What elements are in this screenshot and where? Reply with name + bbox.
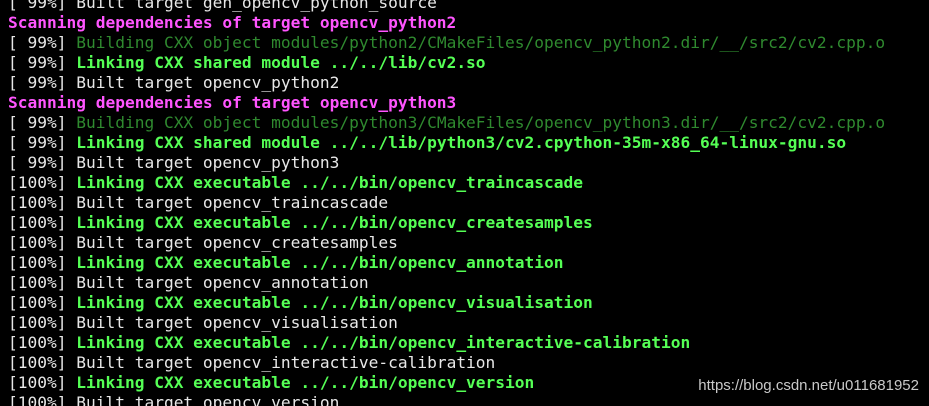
line-text: Linking CXX executable ../../bin/opencv_… <box>76 293 593 312</box>
line-text: Linking CXX shared module ../../lib/cv2.… <box>76 53 486 72</box>
line-text: Built target opencv_annotation <box>76 273 369 292</box>
line-text: Linking CXX shared module ../../lib/pyth… <box>76 133 847 152</box>
progress-prefix: [ 99%] <box>8 73 77 92</box>
terminal-line: [ 99%] Built target gen_opencv_python_so… <box>8 0 929 13</box>
line-text: Linking CXX executable ../../bin/opencv_… <box>76 253 564 272</box>
line-text: Scanning dependencies of target opencv_p… <box>8 93 457 112</box>
line-text: Built target opencv_python3 <box>76 153 340 172</box>
progress-prefix: [100%] <box>8 193 77 212</box>
progress-prefix: [ 99%] <box>8 153 77 172</box>
terminal-line: [ 99%] Building CXX object modules/pytho… <box>8 33 929 53</box>
terminal-line: [100%] Linking CXX executable ../../bin/… <box>8 253 929 273</box>
progress-prefix: [ 99%] <box>8 133 77 152</box>
line-text: Built target opencv_visualisation <box>76 313 398 332</box>
terminal-line: [100%] Linking CXX executable ../../bin/… <box>8 213 929 233</box>
line-text: Built target opencv_traincascade <box>76 193 389 212</box>
terminal-line: [ 99%] Built target opencv_python2 <box>8 73 929 93</box>
terminal-line: Scanning dependencies of target opencv_p… <box>8 93 929 113</box>
progress-prefix: [100%] <box>8 213 77 232</box>
terminal-line: [ 99%] Linking CXX shared module ../../l… <box>8 133 929 153</box>
progress-prefix: [ 99%] <box>8 113 77 132</box>
terminal-line: [100%] Built target opencv_interactive-c… <box>8 353 929 373</box>
terminal-line: [100%] Built target opencv_visualisation <box>8 313 929 333</box>
progress-prefix: [100%] <box>8 313 77 332</box>
terminal-line: [ 99%] Built target opencv_python3 <box>8 153 929 173</box>
watermark: https://blog.csdn.net/u011681952 <box>698 377 919 394</box>
progress-prefix: [100%] <box>8 333 77 352</box>
terminal-line: [ 99%] Building CXX object modules/pytho… <box>8 113 929 133</box>
line-text: Built target opencv_version <box>76 393 340 406</box>
progress-prefix: [ 99%] <box>8 0 77 12</box>
line-text: Linking CXX executable ../../bin/opencv_… <box>76 213 593 232</box>
terminal-line: [ 99%] Linking CXX shared module ../../l… <box>8 53 929 73</box>
line-text: Linking CXX executable ../../bin/opencv_… <box>76 333 691 352</box>
progress-prefix: [100%] <box>8 233 77 252</box>
line-text: Linking CXX executable ../../bin/opencv_… <box>76 373 535 392</box>
terminal-output[interactable]: [ 99%] Built target gen_opencv_python_so… <box>0 0 929 406</box>
line-text: Linking CXX executable ../../bin/opencv_… <box>76 173 584 192</box>
line-text: Building CXX object modules/python2/CMak… <box>76 33 886 52</box>
progress-prefix: [ 99%] <box>8 33 77 52</box>
line-text: Built target gen_opencv_python_source <box>76 0 437 12</box>
progress-prefix: [100%] <box>8 293 77 312</box>
line-text: Built target opencv_interactive-calibrat… <box>76 353 496 372</box>
terminal-line: [100%] Built target opencv_annotation <box>8 273 929 293</box>
line-text: Built target opencv_python2 <box>76 73 340 92</box>
progress-prefix: [100%] <box>8 173 77 192</box>
terminal-line: [100%] Linking CXX executable ../../bin/… <box>8 333 929 353</box>
progress-prefix: [100%] <box>8 273 77 292</box>
terminal-line: [100%] Linking CXX executable ../../bin/… <box>8 293 929 313</box>
progress-prefix: [100%] <box>8 353 77 372</box>
progress-prefix: [100%] <box>8 393 77 406</box>
terminal-line: [100%] Linking CXX executable ../../bin/… <box>8 173 929 193</box>
terminal-line: Scanning dependencies of target opencv_p… <box>8 13 929 33</box>
line-text: Built target opencv_createsamples <box>76 233 398 252</box>
line-text: Building CXX object modules/python3/CMak… <box>76 113 886 132</box>
progress-prefix: [ 99%] <box>8 53 77 72</box>
terminal-line: [100%] Built target opencv_createsamples <box>8 233 929 253</box>
progress-prefix: [100%] <box>8 253 77 272</box>
progress-prefix: [100%] <box>8 373 77 392</box>
terminal-line: [100%] Built target opencv_traincascade <box>8 193 929 213</box>
line-text: Scanning dependencies of target opencv_p… <box>8 13 457 32</box>
